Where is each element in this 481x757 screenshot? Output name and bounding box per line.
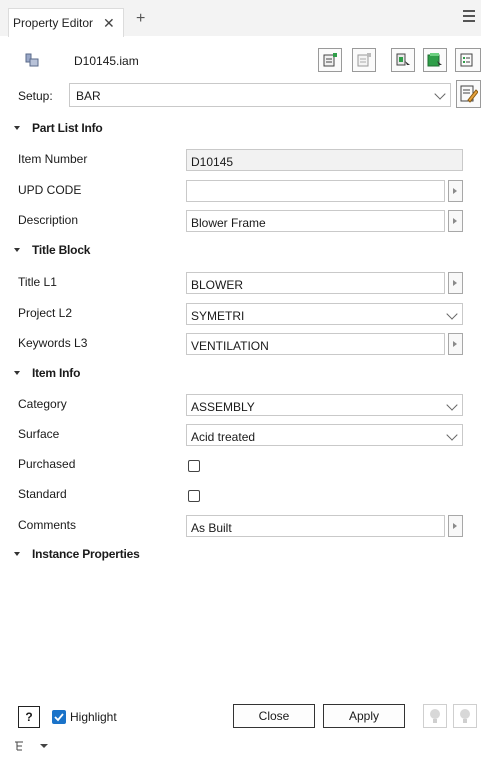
tab-title: Property Editor: [13, 16, 94, 30]
chevron-down-icon: [434, 88, 446, 100]
purchased-checkbox[interactable]: [188, 460, 200, 472]
chevron-down-icon: [446, 308, 458, 320]
toolbar-select-part-button[interactable]: [391, 48, 415, 72]
highlight-label: Highlight: [70, 710, 117, 724]
edit-list-icon: [460, 85, 478, 103]
lightbulb-icon: [460, 709, 470, 723]
title-l1-field[interactable]: BLOWER: [186, 272, 445, 294]
section-title: Title Block: [32, 243, 91, 257]
document-filename: D10145.iam: [74, 54, 139, 68]
title-l1-label: Title L1: [18, 275, 57, 289]
chevron-down-icon: [446, 399, 458, 411]
comments-expand-button[interactable]: [448, 515, 463, 537]
project-l2-label: Project L2: [18, 306, 73, 320]
description-value: Blower Frame: [191, 216, 266, 230]
setup-value: BAR: [76, 89, 101, 103]
item-number-value: D10145: [191, 155, 234, 169]
toolbar-properties-button[interactable]: [318, 48, 342, 72]
bulb-button-2[interactable]: [453, 704, 477, 728]
collapse-triangle-icon: [14, 248, 20, 252]
close-button[interactable]: Close: [233, 704, 315, 728]
toolbar-list-button[interactable]: [455, 48, 481, 72]
help-button[interactable]: ?: [18, 706, 40, 728]
description-field[interactable]: Blower Frame: [186, 210, 445, 232]
standard-label: Standard: [18, 487, 67, 501]
comments-field[interactable]: As Built: [186, 515, 445, 537]
surface-label: Surface: [18, 427, 60, 441]
tab-property-editor[interactable]: Property Editor ✕: [8, 8, 124, 37]
check-icon: [54, 713, 64, 722]
tab-bar: Property Editor ✕ +: [0, 0, 481, 37]
tree-options-dropdown[interactable]: [14, 740, 50, 755]
keywords-l3-label: Keywords L3: [18, 336, 88, 350]
toolbar-select-component-button[interactable]: [423, 48, 447, 72]
collapse-triangle-icon: [14, 552, 20, 556]
setup-edit-button[interactable]: [456, 80, 481, 108]
standard-checkbox[interactable]: [188, 490, 200, 502]
setup-label: Setup:: [18, 89, 53, 103]
description-expand-button[interactable]: [448, 210, 463, 232]
highlight-checkbox[interactable]: [52, 710, 66, 724]
surface-value: Acid treated: [191, 430, 256, 444]
section-part-list-info[interactable]: Part List Info: [14, 118, 103, 138]
bulb-button-1[interactable]: [423, 704, 447, 728]
keywords-l3-field[interactable]: VENTILATION: [186, 333, 445, 355]
category-value: ASSEMBLY: [191, 400, 255, 414]
description-label: Description: [18, 213, 79, 227]
upd-code-field[interactable]: [186, 180, 445, 202]
assembly-icon: [25, 53, 39, 67]
item-number-label: Item Number: [18, 152, 88, 166]
surface-select[interactable]: Acid treated: [186, 424, 463, 446]
toolbar-properties-disabled-button[interactable]: [352, 48, 376, 72]
section-title: Part List Info: [32, 121, 103, 135]
setup-row: Setup: BAR: [0, 82, 481, 110]
setup-select[interactable]: BAR: [69, 83, 451, 107]
keywords-l3-expand-button[interactable]: [448, 333, 463, 355]
item-number-field: D10145: [186, 149, 463, 171]
section-title: Item Info: [32, 366, 81, 380]
tree-view-icon: [15, 741, 48, 751]
purchased-label: Purchased: [18, 457, 76, 471]
section-title: Instance Properties: [32, 547, 140, 561]
lightbulb-icon: [430, 709, 440, 723]
apply-button[interactable]: Apply: [323, 704, 405, 728]
upd-code-expand-button[interactable]: [448, 180, 463, 202]
add-tab-icon[interactable]: +: [136, 10, 145, 28]
section-instance-properties[interactable]: Instance Properties: [14, 544, 140, 564]
bottom-bar: ? Highlight Close Apply: [0, 700, 481, 734]
collapse-triangle-icon: [14, 126, 20, 130]
upd-code-label: UPD CODE: [18, 183, 82, 197]
close-icon[interactable]: ✕: [103, 15, 115, 32]
project-l2-value: SYMETRI: [191, 309, 245, 323]
section-item-info[interactable]: Item Info: [14, 363, 80, 383]
section-title-block[interactable]: Title Block: [14, 240, 90, 260]
title-l1-expand-button[interactable]: [448, 272, 463, 294]
project-l2-select[interactable]: SYMETRI: [186, 303, 463, 325]
comments-value: As Built: [191, 521, 232, 535]
category-select[interactable]: ASSEMBLY: [186, 394, 463, 416]
chevron-down-icon: [446, 429, 458, 441]
keywords-l3-value: VENTILATION: [191, 339, 269, 353]
menu-icon[interactable]: [463, 10, 475, 22]
comments-label: Comments: [18, 518, 77, 532]
collapse-triangle-icon: [14, 371, 20, 375]
category-label: Category: [18, 397, 67, 411]
title-l1-value: BLOWER: [191, 278, 244, 292]
document-header: D10145.iam: [0, 44, 481, 78]
